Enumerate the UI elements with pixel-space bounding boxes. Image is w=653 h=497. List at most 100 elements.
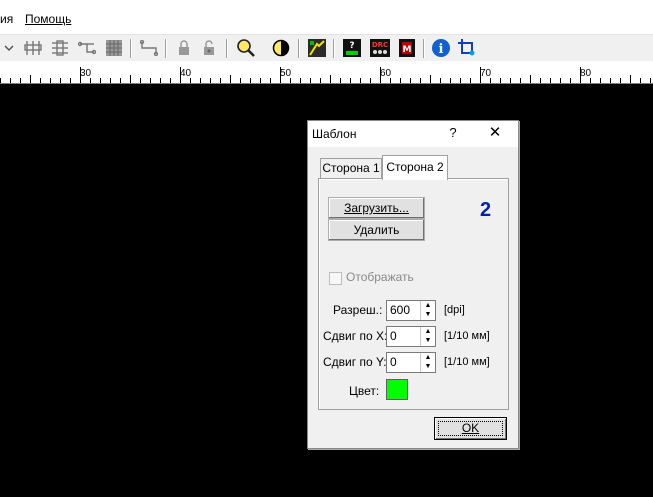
toolbar-separator: [165, 39, 167, 58]
route-icon[interactable]: [138, 38, 160, 58]
info-label: i: [439, 42, 444, 57]
show-checkbox[interactable]: [329, 272, 342, 285]
zoom-icon[interactable]: [235, 38, 257, 58]
toolbar: ? DRC M i: [0, 34, 653, 62]
ruler-tick: [410, 78, 411, 83]
resolution-label: Разреш.:: [333, 303, 383, 317]
shift-x-value: 0: [390, 329, 397, 343]
ruler-tick: [190, 78, 191, 83]
ruler-tick: [310, 78, 311, 83]
ruler-tick: [480, 67, 481, 83]
distribute-icon[interactable]: [49, 38, 71, 58]
ruler-tick: [180, 67, 181, 83]
macro-icon[interactable]: ?: [341, 38, 363, 58]
ruler-tick: [380, 67, 381, 83]
spin-arrows-icon[interactable]: ▲ ▼: [420, 353, 435, 372]
ruler-tick: [20, 78, 21, 83]
crosshair-icon[interactable]: [456, 38, 478, 58]
tab-panel: Загрузить... Удалить 2 Отображать Разреш…: [318, 178, 509, 410]
menu-item-partial[interactable]: ия: [0, 12, 13, 26]
grid-icon[interactable]: [103, 38, 125, 58]
ruler-tick: [520, 78, 521, 83]
network-icon[interactable]: [76, 38, 98, 58]
resolution-unit: [dpi]: [444, 304, 465, 316]
ruler-tick: [610, 78, 611, 83]
ruler-tick: [640, 78, 641, 83]
toolbar-separator: [226, 39, 228, 58]
ruler-tick: [200, 78, 201, 83]
load-button-label: Загрузить...: [344, 201, 409, 215]
toolbar-separator: [423, 39, 425, 58]
ruler-tick: [70, 78, 71, 83]
ruler-tick: [290, 78, 291, 83]
dialog-title: Шаблон: [312, 127, 357, 141]
ruler-tick: [60, 78, 61, 83]
ruler-tick: [570, 78, 571, 83]
resolution-value: 600: [390, 303, 411, 317]
template-dialog: Шаблон ? ✕ Сторона 1 Сторона 2 Загрузить…: [307, 120, 519, 449]
ruler-tick: [560, 78, 561, 83]
ruler-tick: [340, 78, 341, 83]
dialog-title-bar[interactable]: Шаблон ? ✕: [308, 121, 518, 147]
shift-y-value: 0: [390, 355, 397, 369]
delete-button-label: Удалить: [353, 223, 400, 237]
ruler-tick: [490, 78, 491, 83]
ruler-tick: [420, 78, 421, 83]
spin-arrows-icon[interactable]: ▲ ▼: [420, 327, 435, 346]
resolution-spinner[interactable]: 600 ▲ ▼: [386, 300, 436, 321]
spin-arrows-icon[interactable]: ▲ ▼: [420, 301, 435, 320]
chevron-down-icon[interactable]: [2, 38, 16, 58]
ruler-tick: [540, 78, 541, 83]
ruler-tick: [250, 78, 251, 83]
ruler-tick: [590, 78, 591, 83]
ruler-tick: [210, 78, 211, 83]
color-swatch[interactable]: [386, 379, 408, 400]
toolbar-separator: [298, 39, 300, 58]
ruler-tick: [450, 78, 451, 83]
ruler-tick: [630, 75, 631, 83]
ruler-tick: [240, 78, 241, 83]
shift-x-spinner[interactable]: 0 ▲ ▼: [386, 326, 436, 347]
menu-bar: ия Помощь: [0, 0, 653, 34]
tab-side-1[interactable]: Сторона 1: [320, 158, 382, 179]
ruler-tick: [80, 67, 81, 83]
ok-button[interactable]: OK: [434, 417, 507, 440]
shift-x-label: Сдвиг по X:: [323, 329, 388, 343]
horizontal-ruler: 30 40 50 60 70 80: [0, 61, 653, 84]
lock-icon[interactable]: [173, 38, 195, 58]
ok-button-label: OK: [461, 421, 480, 435]
ruler-tick: [50, 78, 51, 83]
align-icon[interactable]: [22, 38, 44, 58]
info-icon[interactable]: i: [430, 38, 452, 58]
side-number: 2: [480, 199, 492, 221]
ruler-tick: [90, 78, 91, 83]
drc-icon[interactable]: DRC: [368, 38, 392, 58]
help-icon[interactable]: ?: [444, 124, 462, 142]
load-button[interactable]: Загрузить...: [328, 197, 425, 219]
ruler-tick: [510, 78, 511, 83]
close-icon[interactable]: ✕: [485, 124, 505, 142]
ruler-tick: [170, 78, 171, 83]
ruler-tick: [360, 78, 361, 83]
unlock-icon[interactable]: [198, 38, 220, 58]
menu-item-help[interactable]: Помощь: [25, 12, 71, 26]
ruler-tick: [430, 75, 431, 83]
contrast-icon[interactable]: [270, 38, 292, 58]
color-label: Цвет:: [349, 384, 380, 398]
ruler-tick: [270, 78, 271, 83]
ruler-tick: [550, 78, 551, 83]
autoroute-icon[interactable]: [306, 38, 328, 58]
ruler-tick: [220, 78, 221, 83]
delete-button[interactable]: Удалить: [328, 219, 425, 241]
shift-y-label: Сдвиг по Y:: [323, 355, 387, 369]
ruler-tick: [530, 75, 531, 83]
ruler-tick: [10, 78, 11, 83]
ruler-tick: [390, 78, 391, 83]
ruler-tick: [30, 75, 31, 83]
ruler-tick: [150, 78, 151, 83]
m-icon[interactable]: M: [396, 38, 418, 58]
ruler-tick: [350, 78, 351, 83]
ruler-tick: [650, 78, 651, 83]
tab-side-2[interactable]: Сторона 2: [382, 155, 448, 180]
shift-y-spinner[interactable]: 0 ▲ ▼: [386, 352, 436, 373]
